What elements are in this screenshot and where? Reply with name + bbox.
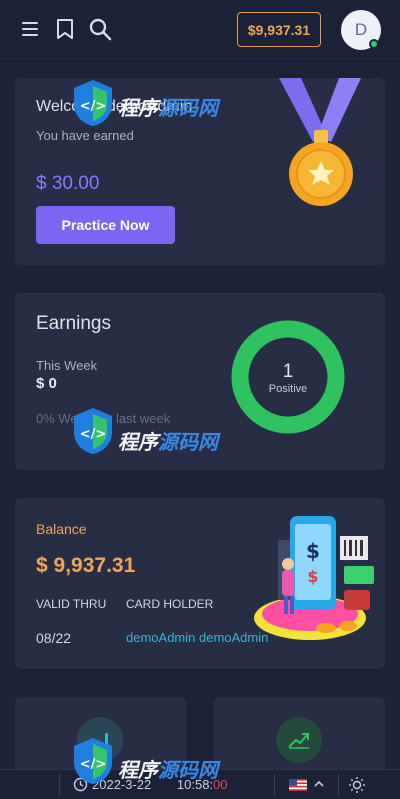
welcome-title: Welcome demoAdmin: [36, 98, 193, 115]
svg-text:$: $: [306, 539, 320, 563]
welcome-subtitle: You have earned: [36, 128, 134, 143]
search-icon[interactable]: [88, 17, 112, 41]
divider: [59, 774, 60, 796]
top-bar: $9,937.31 D: [0, 0, 400, 62]
valid-thru-label: VALID THRU: [36, 597, 107, 611]
earnings-period: This Week: [36, 358, 98, 373]
card-holder-label: CARD HOLDER: [126, 597, 214, 611]
medal-icon: [279, 78, 361, 206]
time-text: 10:58:: [176, 777, 214, 792]
date-time: 2022-3-22 10:58:00: [92, 777, 228, 792]
trending-up-icon: [276, 717, 322, 763]
donut-label: Positive: [268, 383, 308, 395]
date-text: 2022-3-22: [92, 777, 152, 792]
practice-now-button[interactable]: Practice Now: [36, 206, 175, 244]
balance-label: Balance: [36, 521, 87, 537]
card-holder-value[interactable]: demoAdmin demoAdmin: [126, 630, 268, 645]
earnings-amount: $ 0: [36, 375, 57, 392]
earned-amount: $ 30.00: [36, 173, 100, 194]
mobile-payment-illustration: $ $: [254, 516, 374, 640]
donut-value: 1: [282, 361, 294, 382]
bottom-status-bar: 2022-3-22 10:58:00: [0, 769, 400, 799]
bookmark-icon[interactable]: [53, 17, 77, 41]
us-flag-icon[interactable]: [289, 779, 307, 791]
online-status-dot: [369, 39, 379, 49]
valid-thru-value: 08/22: [36, 630, 72, 646]
balance-card: Balance $ 9,937.31 VALID THRU CARD HOLDE…: [15, 498, 385, 669]
chevron-up-icon[interactable]: [313, 778, 325, 790]
balance-button[interactable]: $9,937.31: [237, 12, 321, 47]
menu-icon[interactable]: [19, 17, 43, 41]
clock-icon: [73, 777, 88, 792]
earnings-title: Earnings: [36, 313, 111, 334]
divider: [274, 774, 275, 796]
sun-icon[interactable]: [348, 776, 366, 794]
earnings-note: 0% Welcome last week: [36, 411, 171, 426]
svg-text:$: $: [307, 567, 318, 586]
bar-chart-icon: [77, 717, 123, 763]
balance-amount: $ 9,937.31: [36, 554, 136, 577]
seconds-text: 00: [213, 777, 228, 792]
welcome-card: Welcome demoAdmin You have earned $ 30.0…: [15, 78, 385, 265]
earnings-card: Earnings This Week $ 0 0% Welcome last w…: [15, 293, 385, 470]
divider: [338, 774, 339, 796]
